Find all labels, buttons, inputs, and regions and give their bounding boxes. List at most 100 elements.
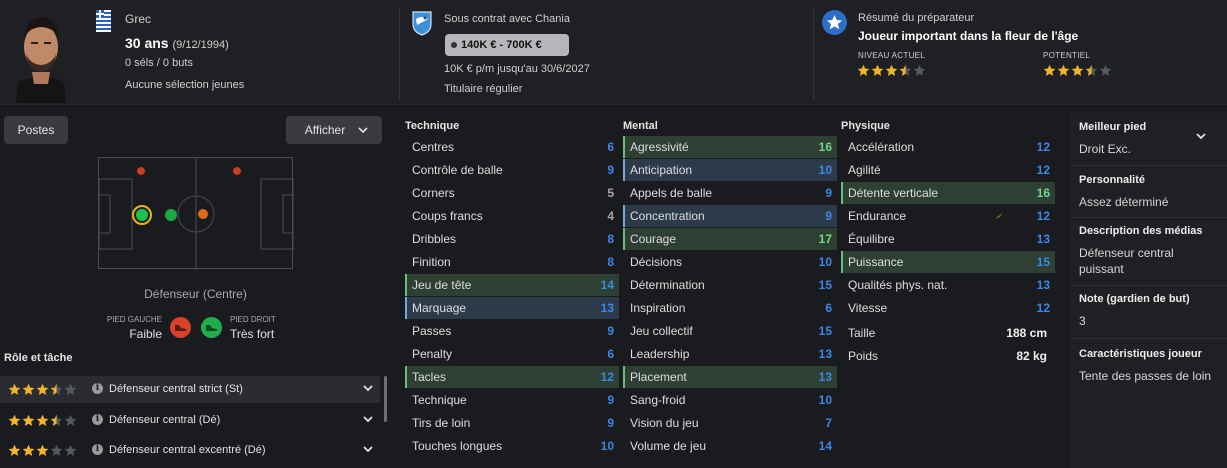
star-icon [899,64,912,77]
attribute-name: Corners [412,186,455,200]
chevron-down-icon[interactable] [362,413,374,425]
attribute-row-key[interactable]: Puissance 15 [841,251,1055,273]
age-value: 30 ans [125,35,169,51]
role-row[interactable]: i Défenseur central (Dé) [0,407,380,434]
left-foot-label: PIED GAUCHE [106,315,162,324]
roles-scrollbar[interactable] [384,376,387,422]
personality-section: Personnalité Assez déterminé [1079,174,1219,210]
height-label: Taille [848,326,876,340]
position-dot-accomplished [165,209,177,221]
scout-summary: Joueur important dans la fleur de l'âge [858,29,1079,43]
info-icon[interactable]: i [92,383,103,394]
attribute-value: 13 [1036,232,1050,246]
star-icon [8,414,21,427]
attribute-row[interactable]: Accélération 12 [841,136,1055,158]
attribute-row-key[interactable]: Agressivité 16 [623,136,837,158]
role-row[interactable]: i Défenseur central excentré (Dé) [0,437,380,464]
attribute-row-key[interactable]: Tacles 12 [405,366,619,388]
current-ability-stars [857,64,926,77]
attribute-row[interactable]: Penalty 6 [405,343,619,365]
attribute-name: Marquage [412,301,467,315]
attribute-row[interactable]: Vision du jeu 7 [623,412,837,434]
attribute-row-key[interactable]: Jeu de tête 14 [405,274,619,296]
attribute-value: 10 [818,393,832,407]
attribute-row[interactable]: Vitesse 12 [841,297,1055,319]
chevron-down-icon[interactable] [362,382,374,394]
transfer-value-badge[interactable]: 140K € - 700K € [445,34,569,56]
attribute-value: 8 [607,255,614,269]
attribute-row[interactable]: Coups francs 4 [405,205,619,227]
attribute-name: Détente verticale [848,186,939,200]
attribute-value: 10 [818,163,832,177]
attribute-value: 13 [818,347,832,361]
attribute-row[interactable]: Leadership 13 [623,343,837,365]
attribute-row-key[interactable]: Détente verticale 16 [841,182,1055,204]
role-row[interactable]: i Défenseur central strict (St) [0,376,380,403]
attribute-value: 9 [607,324,614,338]
star-icon [22,444,35,457]
youth-caps: Aucune sélection jeunes [125,79,245,91]
attribute-name: Qualités phys. nat. [848,278,948,292]
attribute-row[interactable]: Corners 5 [405,182,619,204]
attribute-row[interactable]: Jeu collectif 15 [623,320,837,342]
info-icon[interactable]: i [92,414,103,425]
player-traits-title: Caractéristiques joueur [1079,348,1202,360]
attribute-row-key[interactable]: Placement 13 [623,366,837,388]
attribute-row[interactable]: Équilibre 13 [841,228,1055,250]
media-description-title: Description des médias [1079,225,1203,237]
attribute-row[interactable]: Touches longues 10 [405,435,619,457]
attribute-name: Agilité [848,163,881,177]
attribute-row[interactable]: Inspiration 6 [623,297,837,319]
star-icon [64,444,77,457]
attribute-row[interactable]: Technique 9 [405,389,619,411]
attribute-row-key[interactable]: Anticipation 10 [623,159,837,181]
goalkeeper-rating-value: 3 [1079,314,1086,328]
attribute-row[interactable]: Appels de balle 9 [623,182,837,204]
divider [1070,165,1227,166]
attribute-row[interactable]: Décisions 10 [623,251,837,273]
attribute-row[interactable]: Détermination 15 [623,274,837,296]
player-info-panel: Meilleur pied Droit Exc. Personnalité As… [1070,113,1227,468]
attribute-value: 9 [825,209,832,223]
chevron-down-icon[interactable] [362,443,374,455]
attribute-row-key[interactable]: Concentration 9 [623,205,837,227]
position-pitch [98,157,294,270]
role-stars [8,444,77,457]
contract-club[interactable]: Sous contrat avec Chania [444,13,570,25]
squad-status: Titulaire régulier [444,83,523,95]
attribute-row[interactable]: Volume de jeu 14 [623,435,837,457]
attribute-row[interactable]: Dribbles 8 [405,228,619,250]
attribute-name: Finition [412,255,451,269]
attribute-row[interactable]: Agilité 12 [841,159,1055,181]
club-crest-icon[interactable] [411,10,433,36]
attribute-name: Penalty [412,347,453,361]
star-icon [857,64,870,77]
attribute-value: 13 [818,370,832,384]
attribute-row[interactable]: Qualités phys. nat. 13 [841,274,1055,296]
attribute-name: Contrôle de balle [412,163,503,177]
positions-button[interactable]: Postes [4,116,68,144]
transfer-value: 140K € - 700K € [461,39,542,51]
current-ability-label: NIVEAU ACTUEL [858,51,926,60]
attribute-row[interactable]: Centres 6 [405,136,619,158]
attribute-name: Détermination [630,278,705,292]
info-icon[interactable]: i [92,444,103,455]
attribute-row[interactable]: Contrôle de balle 9 [405,159,619,181]
wage-and-expiry: 10K € p/m jusqu'au 30/6/2027 [444,63,590,75]
chevron-down-icon[interactable] [1195,130,1207,142]
attribute-row[interactable]: Endurance 12 [841,205,1055,227]
attribute-row-key[interactable]: Courage 17 [623,228,837,250]
attribute-name: Appels de balle [630,186,713,200]
attribute-value: 9 [825,186,832,200]
star-icon [50,383,63,396]
attribute-row[interactable]: Tirs de loin 9 [405,412,619,434]
attribute-row[interactable]: Passes 9 [405,320,619,342]
attribute-row[interactable]: Finition 8 [405,251,619,273]
attribute-row[interactable]: Sang-froid 10 [623,389,837,411]
attribute-name: Agressivité [630,140,689,154]
technique-title: Technique [405,120,460,132]
right-boot-icon [201,317,222,338]
show-dropdown-button[interactable]: Afficher [286,116,382,144]
attribute-row-key[interactable]: Marquage 13 [405,297,619,319]
price-tag-icon [451,42,457,48]
